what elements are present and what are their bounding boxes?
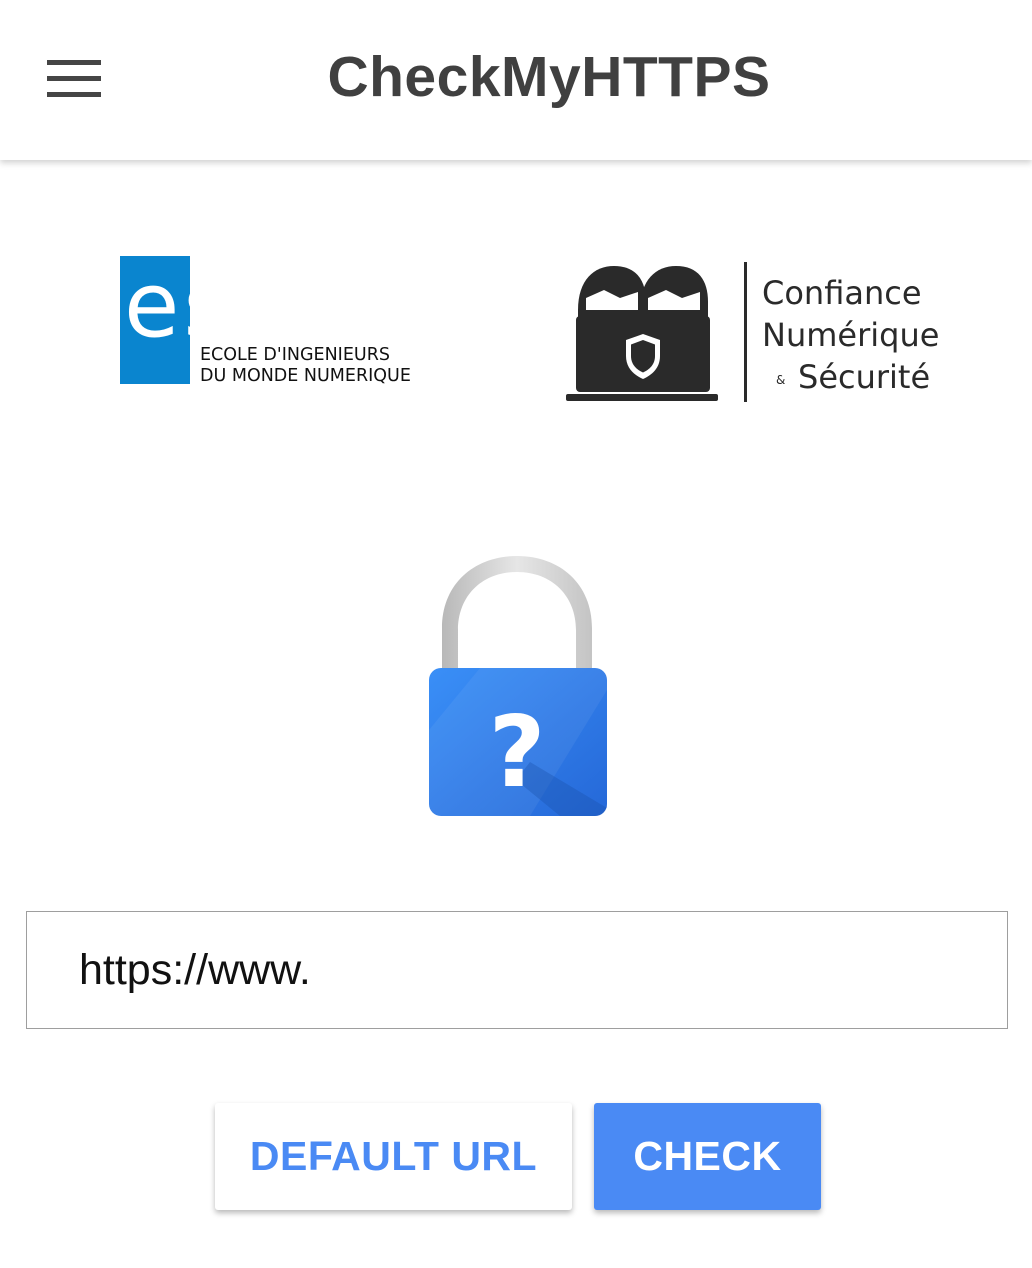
- esiea-logo: esiea ECOLE D'INGENIEURS DU MONDE NUMERI…: [120, 256, 411, 386]
- app-bar: CheckMyHTTPS: [0, 0, 1032, 160]
- cns-logo: Confiance Numérique & Sécurité: [566, 262, 939, 402]
- esiea-logo-line2: DU MONDE NUMERIQUE: [200, 366, 411, 386]
- lock-question-mark: ?: [489, 696, 546, 810]
- url-input[interactable]: [79, 912, 979, 1028]
- default-url-button[interactable]: DEFAULT URL: [215, 1103, 572, 1210]
- cns-line3: Sécurité: [798, 358, 930, 396]
- laptop-base: [566, 394, 718, 401]
- esiea-logo-word: esiea: [124, 256, 382, 358]
- check-button[interactable]: CHECK: [594, 1103, 821, 1210]
- cns-line1: Confiance: [762, 274, 922, 312]
- people-icon: [578, 266, 708, 320]
- app-title: CheckMyHTTPS: [327, 45, 771, 109]
- lock-unknown-icon: ?: [429, 556, 607, 816]
- cns-ampersand: &: [776, 373, 785, 387]
- cns-line2: Numérique: [762, 316, 939, 354]
- lock-shackle: [442, 556, 592, 672]
- url-field[interactable]: [26, 911, 1008, 1029]
- logo-divider: [744, 262, 747, 402]
- esiea-logo-line1: ECOLE D'INGENIEURS: [200, 345, 390, 365]
- partner-logos: esiea ECOLE D'INGENIEURS DU MONDE NUMERI…: [0, 240, 1032, 420]
